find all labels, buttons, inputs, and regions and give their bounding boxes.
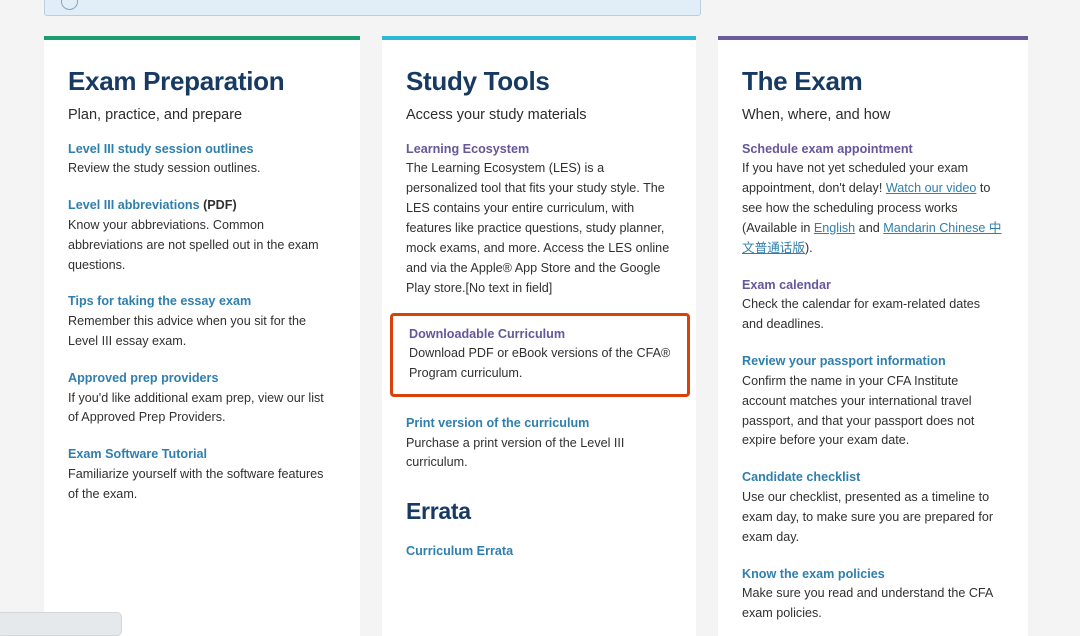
link-schedule-exam-appointment[interactable]: Schedule exam appointment xyxy=(742,142,913,156)
item-description: Know your abbreviations. Common abbrevia… xyxy=(68,216,336,276)
link-print-version-curriculum[interactable]: Print version of the curriculum xyxy=(406,416,589,430)
item-description: Check the calendar for exam-related date… xyxy=(742,295,1004,335)
item-description: Review the study session outlines. xyxy=(68,159,336,179)
card-exam-preparation: Exam Preparation Plan, practice, and pre… xyxy=(44,36,360,636)
card-subtitle: Access your study materials xyxy=(406,106,672,126)
list-item: Candidate checklist Use our checklist, p… xyxy=(742,468,1004,547)
link-approved-prep-providers[interactable]: Approved prep providers xyxy=(68,371,218,385)
list-item: Exam Software Tutorial Familiarize yours… xyxy=(68,445,336,504)
list-item: Exam calendar Check the calendar for exa… xyxy=(742,276,1004,335)
item-description: Use our checklist, presented as a timeli… xyxy=(742,488,1004,548)
list-item: Review your passport information Confirm… xyxy=(742,352,1004,451)
item-description: Purchase a print version of the Level II… xyxy=(406,434,672,474)
inline-link[interactable]: English xyxy=(814,221,855,235)
download-shelf-item[interactable] xyxy=(0,612,122,636)
item-description: If you'd like additional exam prep, view… xyxy=(68,389,336,429)
link-exam-calendar[interactable]: Exam calendar xyxy=(742,278,831,292)
link-suffix-pdf: (PDF) xyxy=(200,198,237,212)
link-learning-ecosystem[interactable]: Learning Ecosystem xyxy=(406,142,529,156)
inline-link[interactable]: Watch our video xyxy=(886,181,977,195)
card-title: Exam Preparation xyxy=(68,67,336,96)
link-exam-software-tutorial[interactable]: Exam Software Tutorial xyxy=(68,447,207,461)
list-item: Tips for taking the essay exam Remember … xyxy=(68,292,336,351)
card-the-exam: The Exam When, where, and how Schedule e… xyxy=(718,36,1028,636)
item-description: Download PDF or eBook versions of the CF… xyxy=(409,344,671,384)
inline-text: ). xyxy=(805,241,813,255)
info-banner xyxy=(44,0,701,16)
item-description: Confirm the name in your CFA Institute a… xyxy=(742,372,1004,452)
card-subtitle: Plan, practice, and prepare xyxy=(68,106,336,126)
card-subtitle: When, where, and how xyxy=(742,106,1004,126)
card-title: The Exam xyxy=(742,67,1004,96)
list-item: Learning Ecosystem The Learning Ecosyste… xyxy=(406,140,672,299)
list-item: Know the exam policies Make sure you rea… xyxy=(742,565,1004,624)
list-item: Print version of the curriculum Purchase… xyxy=(406,414,672,473)
link-candidate-checklist[interactable]: Candidate checklist xyxy=(742,470,860,484)
list-item: Level III abbreviations (PDF) Know your … xyxy=(68,196,336,275)
section-heading-errata: Errata xyxy=(406,498,672,525)
list-item: Downloadable Curriculum Download PDF or … xyxy=(409,325,671,384)
link-downloadable-curriculum[interactable]: Downloadable Curriculum xyxy=(409,327,565,341)
highlight-box-downloadable-curriculum: Downloadable Curriculum Download PDF or … xyxy=(390,313,690,397)
link-review-passport-information[interactable]: Review your passport information xyxy=(742,354,946,368)
list-item: Curriculum Errata xyxy=(406,542,672,561)
link-know-the-exam-policies[interactable]: Know the exam policies xyxy=(742,567,885,581)
link-study-session-outlines[interactable]: Level III study session outlines xyxy=(68,142,253,156)
item-description: The Learning Ecosystem (LES) is a person… xyxy=(406,159,672,298)
link-curriculum-errata[interactable]: Curriculum Errata xyxy=(406,544,513,558)
inline-text: and xyxy=(855,221,883,235)
link-level-iii-abbreviations[interactable]: Level III abbreviations xyxy=(68,198,200,212)
card-study-tools: Study Tools Access your study materials … xyxy=(382,36,696,636)
cards-container: Exam Preparation Plan, practice, and pre… xyxy=(0,36,1080,636)
link-tips-essay-exam[interactable]: Tips for taking the essay exam xyxy=(68,294,251,308)
item-description: Familiarize yourself with the software f… xyxy=(68,465,336,505)
item-description: Make sure you read and understand the CF… xyxy=(742,584,1004,624)
item-description: Remember this advice when you sit for th… xyxy=(68,312,336,352)
list-item: Level III study session outlines Review … xyxy=(68,140,336,180)
info-circle-icon xyxy=(61,0,78,10)
card-title: Study Tools xyxy=(406,67,672,96)
item-description-rich: If you have not yet scheduled your exam … xyxy=(742,159,1004,258)
list-item: Approved prep providers If you'd like ad… xyxy=(68,369,336,428)
list-item: Schedule exam appointment If you have no… xyxy=(742,140,1004,259)
page-root: Exam Preparation Plan, practice, and pre… xyxy=(0,0,1080,636)
